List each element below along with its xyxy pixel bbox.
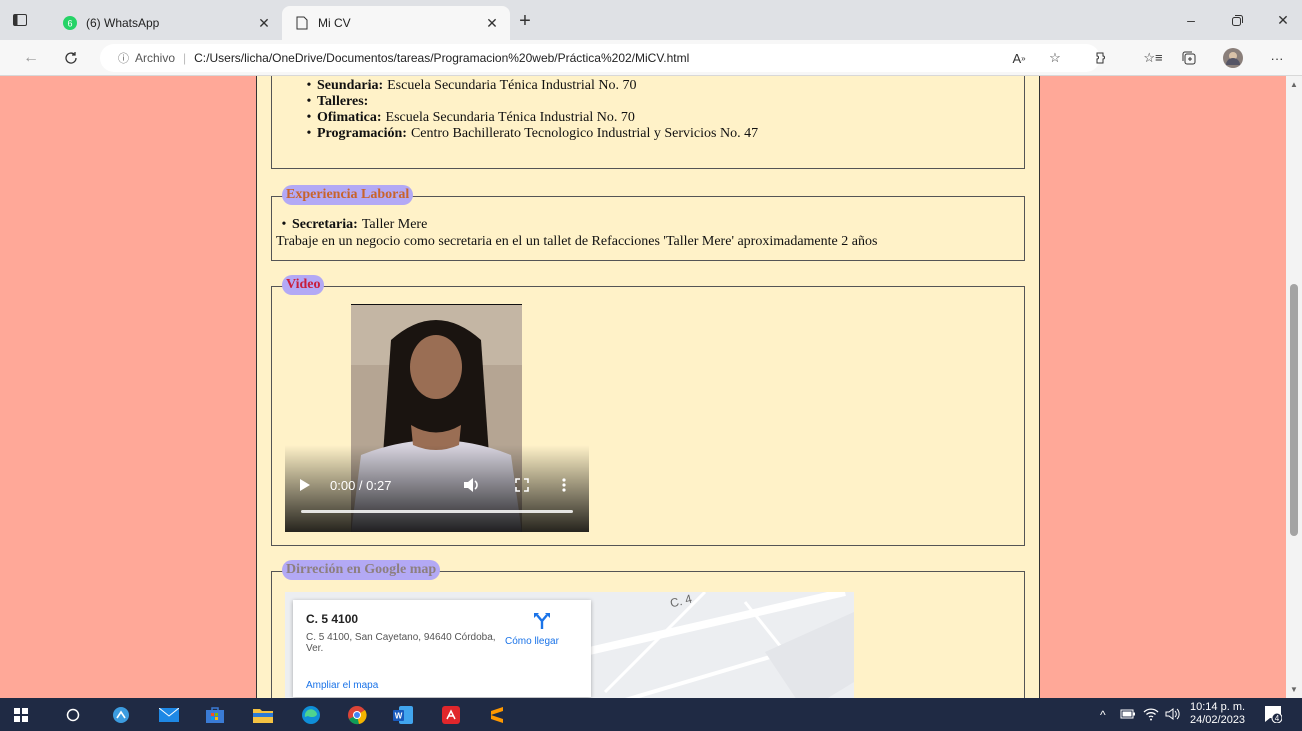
address-bar: ← ⓘ Archivo | C:/Users/licha/OneDrive/Do… <box>0 40 1302 76</box>
url-separator: | <box>183 51 187 65</box>
collections-icon[interactable] <box>1176 46 1202 70</box>
map-info-card: C. 5 4100 C. 5 4100, San Cayetano, 94640… <box>293 600 591 697</box>
list-item: Ofimatica:Escuela Secundaria Ténica Indu… <box>301 110 758 126</box>
directions-icon[interactable] <box>533 612 551 630</box>
work-list: Secretaria:Taller Mere <box>276 217 427 233</box>
refresh-icon[interactable] <box>58 46 84 70</box>
back-icon[interactable]: ← <box>18 46 44 70</box>
scroll-down-icon[interactable]: ▼ <box>1290 685 1298 694</box>
word-icon[interactable]: W <box>392 704 414 726</box>
tray-chevron-icon[interactable]: ^ <box>1100 708 1106 722</box>
sublime-icon[interactable] <box>486 704 508 726</box>
cv-container: Seundaria:Escuela Secundaria Ténica Indu… <box>256 76 1040 698</box>
tab-title: (6) WhatsApp <box>86 16 160 30</box>
enlarge-map-link[interactable]: Ampliar el mapa <box>306 680 378 691</box>
map-place-name: C. 5 4100 <box>306 612 359 626</box>
page-icon <box>294 15 310 31</box>
education-section: Seundaria:Escuela Secundaria Ténica Indu… <box>271 76 1025 169</box>
edge-legacy-icon[interactable] <box>110 704 132 726</box>
favorite-add-icon[interactable]: ☆ <box>1042 46 1068 70</box>
list-item: Programación:Centro Bachillerato Tecnolo… <box>301 126 758 142</box>
close-tab-icon[interactable]: ✕ <box>254 13 274 33</box>
notifications-icon[interactable]: 4 <box>1264 705 1283 724</box>
new-tab-icon[interactable]: + <box>516 10 534 32</box>
scroll-up-icon[interactable]: ▲ <box>1290 80 1298 89</box>
whatsapp-icon: 6 <box>62 15 78 31</box>
scroll-thumb[interactable] <box>1290 284 1298 536</box>
clock-date: 24/02/2023 <box>1190 714 1246 726</box>
edge-icon[interactable] <box>300 704 322 726</box>
close-window-icon[interactable]: ✕ <box>1268 8 1298 32</box>
svg-text:W: W <box>395 712 403 721</box>
map-section: Dirreción en Google map C. 4 C. 5 4100 C… <box>271 560 1025 698</box>
extensions-icon[interactable] <box>1088 46 1114 70</box>
directions-link[interactable]: Cómo llegar <box>505 636 559 647</box>
google-map[interactable]: C. 4 C. 5 4100 C. 5 4100, San Cayetano, … <box>285 592 854 698</box>
page-viewport: Seundaria:Escuela Secundaria Ténica Indu… <box>0 76 1286 698</box>
education-list: Seundaria:Escuela Secundaria Ténica Indu… <box>301 78 758 142</box>
video-controls: 0:00 / 0:27 <box>285 445 589 532</box>
minimize-icon[interactable]: – <box>1176 8 1206 32</box>
work-experience-legend: Experiencia Laboral <box>282 185 414 205</box>
favorites-icon[interactable]: ☆≡ <box>1140 46 1166 70</box>
start-icon[interactable] <box>10 704 32 726</box>
list-item: Talleres: <box>301 94 758 110</box>
video-player[interactable]: 0:00 / 0:27 <box>285 304 589 532</box>
fullscreen-icon[interactable] <box>515 478 529 492</box>
tab-title: Mi CV <box>318 16 351 30</box>
search-icon[interactable] <box>62 704 84 726</box>
work-description: Trabaje en un negocio como secretaria en… <box>276 234 878 249</box>
battery-icon[interactable] <box>1120 707 1136 721</box>
video-legend: Video <box>282 275 325 295</box>
tab-micv[interactable]: Mi CV ✕ <box>282 6 510 40</box>
volume-tray-icon[interactable] <box>1165 707 1181 721</box>
map-address: C. 5 4100, San Cayetano, 94640 Córdoba, … <box>306 632 496 654</box>
list-item: Seundaria:Escuela Secundaria Ténica Indu… <box>301 78 758 94</box>
list-item: Secretaria:Taller Mere <box>276 217 427 233</box>
play-icon[interactable] <box>299 478 313 492</box>
volume-icon[interactable] <box>463 477 481 493</box>
more-options-icon[interactable]: ··· <box>1264 46 1290 70</box>
mail-icon[interactable] <box>158 704 180 726</box>
clock-time: 10:14 p. m. <box>1190 701 1246 713</box>
profile-avatar-icon[interactable] <box>1220 46 1246 70</box>
map-legend: Dirreción en Google map <box>282 560 441 580</box>
store-icon[interactable] <box>204 704 226 726</box>
taskbar-clock[interactable]: 10:14 p. m. 24/02/2023 <box>1190 701 1245 727</box>
windows-taskbar: W ^ 10:14 p. m. 24/02/2023 4 <box>0 698 1302 731</box>
tab-bar: 6 (6) WhatsApp ✕ Mi CV ✕ + – ✕ <box>0 0 1302 40</box>
wifi-icon[interactable] <box>1143 707 1159 721</box>
video-progress-bar[interactable] <box>301 510 573 513</box>
tab-whatsapp[interactable]: 6 (6) WhatsApp ✕ <box>50 6 282 40</box>
chrome-icon[interactable] <box>346 704 368 726</box>
acrobat-icon[interactable] <box>440 704 462 726</box>
tab-actions-icon[interactable] <box>8 8 32 32</box>
info-icon[interactable]: ⓘ <box>118 50 129 66</box>
file-explorer-icon[interactable] <box>252 704 274 726</box>
url-scheme-label: Archivo <box>135 51 176 65</box>
video-section: Video 0:00 / 0:27 <box>271 275 1025 546</box>
restore-icon[interactable] <box>1222 8 1252 32</box>
page-scrollbar[interactable]: ▲ ▼ <box>1286 76 1302 698</box>
svg-text:6: 6 <box>67 19 72 29</box>
read-aloud-icon[interactable]: A» <box>1006 46 1032 70</box>
video-menu-icon[interactable] <box>561 477 567 493</box>
svg-text:4: 4 <box>1275 714 1280 723</box>
url-text: C:/Users/licha/OneDrive/Documentos/tarea… <box>194 51 690 65</box>
video-time: 0:00 / 0:27 <box>330 478 392 493</box>
url-field[interactable]: ⓘ Archivo | C:/Users/licha/OneDrive/Docu… <box>100 44 1100 72</box>
close-tab-icon[interactable]: ✕ <box>482 13 502 33</box>
work-experience-section: Experiencia Laboral Secretaria:Taller Me… <box>271 185 1025 261</box>
